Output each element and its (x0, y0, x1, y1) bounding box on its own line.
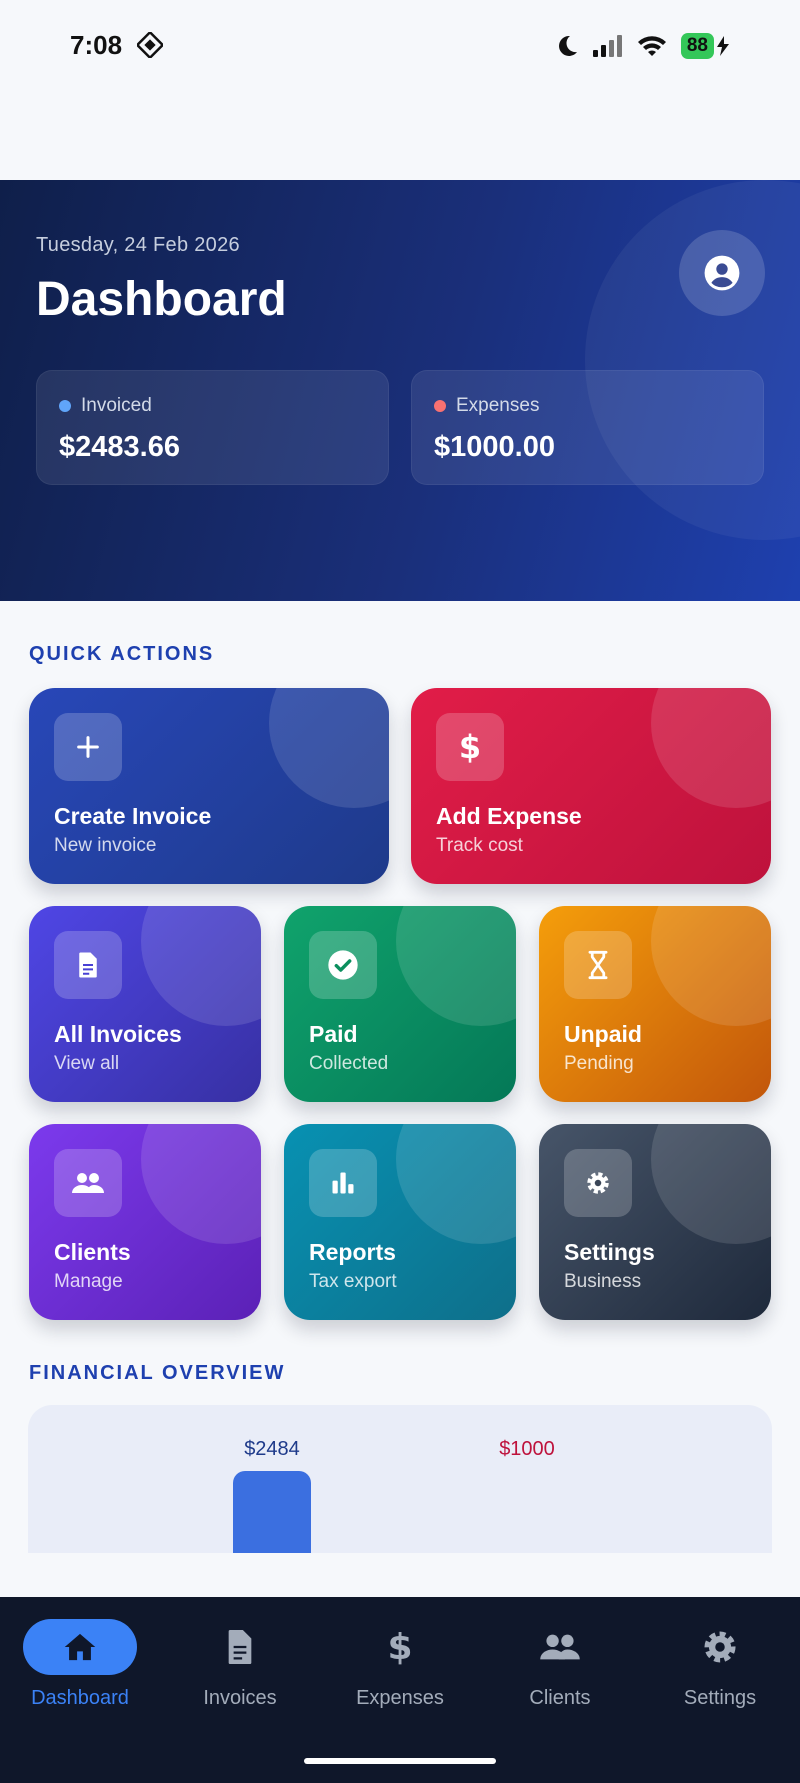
gear-icon (564, 1149, 632, 1217)
nav-label: Expenses (356, 1687, 444, 1709)
clients-button[interactable]: Clients Manage (29, 1124, 261, 1320)
cellular-signal-icon (592, 35, 622, 57)
dollar-icon: $ (387, 1626, 413, 1668)
tile-title: Clients (54, 1239, 131, 1265)
nav-icon-wrap (183, 1619, 297, 1675)
all-invoices-button[interactable]: All Invoices View all (29, 906, 261, 1102)
focus-mode-icon (137, 32, 163, 58)
nav-item-settings[interactable]: Settings (640, 1597, 800, 1737)
nav-item-expenses[interactable]: $ Expenses (320, 1597, 480, 1737)
people-icon (540, 1634, 580, 1660)
nav-label: Settings (683, 1687, 757, 1709)
nav-item-clients[interactable]: Clients (480, 1597, 640, 1737)
tile-title: Settings (564, 1239, 655, 1265)
page-title: Dashboard (36, 273, 287, 326)
expenses-dot (434, 400, 446, 412)
header-decoration (585, 180, 800, 540)
status-bar: 7:08 88 (0, 0, 800, 90)
bar-value-label: $1000 (499, 1438, 555, 1460)
nav-icon-wrap: $ (343, 1619, 457, 1675)
invoiced-summary-card: Invoiced $2483.66 (36, 370, 389, 485)
paid-button[interactable]: Paid Collected (284, 906, 516, 1102)
plus-icon (54, 713, 122, 781)
create-invoice-button[interactable]: Create Invoice New invoice (29, 688, 389, 884)
gear-icon (704, 1631, 736, 1663)
tile-decoration (651, 688, 771, 808)
wifi-icon (637, 36, 666, 56)
hourglass-icon (564, 931, 632, 999)
content-bottom-area (0, 1553, 800, 1597)
summary-label: Expenses (434, 395, 539, 417)
tile-title: All Invoices (54, 1021, 182, 1047)
charging-bolt-icon (717, 36, 729, 56)
nav-icon-wrap (503, 1619, 617, 1675)
home-icon (64, 1633, 96, 1661)
tile-subtitle: Tax export (309, 1271, 397, 1292)
document-icon (54, 931, 122, 999)
tile-title: Create Invoice (54, 803, 212, 829)
add-expense-button[interactable]: $ Add Expense Track cost (411, 688, 771, 884)
account-circle-icon (704, 255, 740, 291)
profile-button[interactable] (679, 230, 765, 316)
battery-level: 88 (680, 33, 714, 59)
settings-button[interactable]: Settings Business (539, 1124, 771, 1320)
header-date: Tuesday, 24 Feb 2026 (36, 234, 240, 256)
tile-decoration (141, 1124, 261, 1244)
expenses-value: $1000.00 (434, 431, 555, 463)
financial-overview-card: $2484 $1000 (28, 1405, 772, 1553)
tile-title: Reports (309, 1239, 396, 1265)
nav-item-invoices[interactable]: Invoices (160, 1597, 320, 1737)
nav-item-dashboard[interactable]: Dashboard (0, 1597, 160, 1737)
tile-subtitle: Manage (54, 1271, 123, 1292)
invoiced-dot (59, 400, 71, 412)
tile-decoration (396, 1124, 516, 1244)
document-icon (228, 1630, 252, 1664)
tile-decoration (269, 688, 389, 808)
tile-subtitle: Track cost (436, 835, 523, 856)
expenses-label: Expenses (456, 395, 540, 416)
bar-value-label: $2484 (244, 1438, 300, 1460)
tile-subtitle: View all (54, 1053, 120, 1074)
status-icons: 88 (555, 30, 730, 62)
expenses-summary-card: Expenses $1000.00 (411, 370, 764, 485)
financial-overview-heading: FINANCIAL OVERVIEW (29, 1362, 286, 1384)
unpaid-button[interactable]: Unpaid Pending (539, 906, 771, 1102)
tile-title: Add Expense (436, 803, 582, 829)
tile-decoration (141, 906, 261, 1026)
nav-icon-wrap (663, 1619, 777, 1675)
status-time: 7:08 (70, 30, 123, 60)
dashboard-header: Tuesday, 24 Feb 2026 Dashboard Invoiced … (0, 180, 800, 601)
tile-decoration (651, 1124, 771, 1244)
tile-subtitle: Pending (564, 1053, 634, 1074)
bar-chart-icon (309, 1149, 377, 1217)
tile-subtitle: Collected (309, 1053, 389, 1074)
bottom-navigation: Dashboard Invoices $ Expenses Clients Se… (0, 1597, 800, 1783)
quick-actions-heading: QUICK ACTIONS (29, 643, 215, 665)
home-indicator (304, 1758, 496, 1764)
tile-decoration (651, 906, 771, 1026)
overview-bar (233, 1471, 311, 1553)
tile-title: Unpaid (564, 1021, 642, 1047)
tile-subtitle: New invoice (54, 835, 157, 856)
battery-indicator: 88 (680, 33, 730, 59)
summary-label: Invoiced (59, 395, 152, 417)
dollar-icon: $ (436, 713, 504, 781)
tile-subtitle: Business (564, 1271, 642, 1292)
financial-overview-chart: $2484 $1000 (233, 1438, 555, 1553)
nav-label: Dashboard (31, 1687, 129, 1709)
nav-active-pill (23, 1619, 137, 1675)
invoiced-value: $2483.66 (59, 431, 180, 463)
tile-decoration (396, 906, 516, 1026)
tile-title: Paid (309, 1021, 358, 1047)
check-circle-icon (309, 931, 377, 999)
moon-icon (558, 35, 577, 56)
nav-label: Invoices (203, 1687, 277, 1709)
nav-label: Clients (529, 1687, 591, 1709)
reports-button[interactable]: Reports Tax export (284, 1124, 516, 1320)
people-icon (54, 1149, 122, 1217)
invoiced-label: Invoiced (81, 395, 152, 416)
